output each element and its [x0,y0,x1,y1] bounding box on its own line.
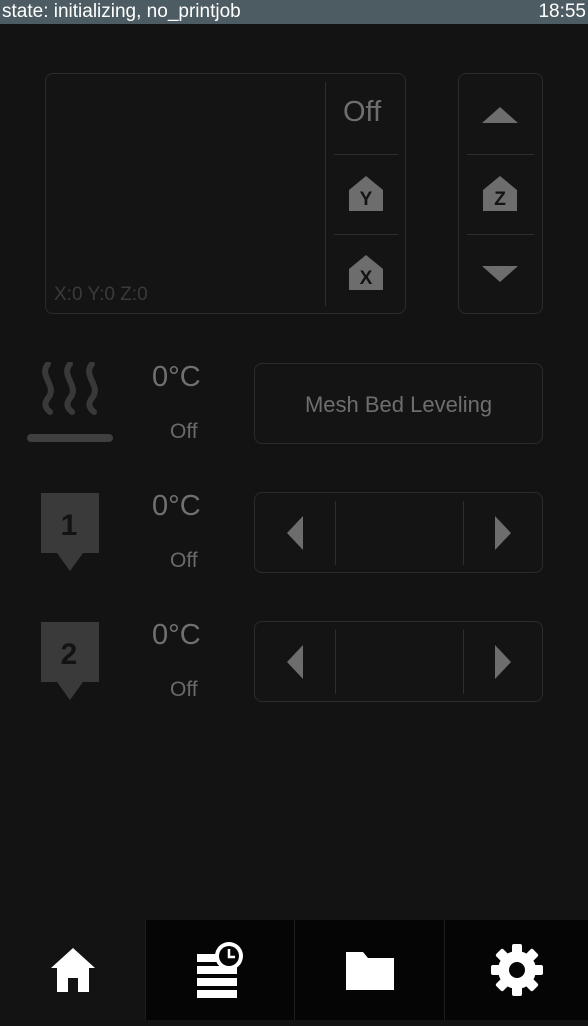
extruder-1-extrude-button[interactable] [493,514,513,552]
bed-temperature: 0°C [152,361,201,393]
mesh-bed-leveling-label: Mesh Bed Leveling [304,392,493,417]
extruder-1-control [254,492,543,573]
history-icon [197,942,243,998]
z-jog-panel: Z [458,73,543,314]
bottom-navigation [0,920,588,1022]
status-bar: state: initializing, no_printjob 18:55 [0,0,588,24]
nav-settings[interactable] [444,920,588,1020]
extruder-2-extrude-button[interactable] [493,643,513,681]
extruder-2-icon[interactable]: 2 [39,620,101,702]
extruder-2-retract-button[interactable] [285,643,305,681]
extruder-2-state: Off [170,678,198,701]
home-icon [50,948,95,992]
clock: 18:55 [538,1,586,22]
z-down-button[interactable] [480,264,520,284]
extruder-1-state: Off [170,549,198,572]
home-z-button[interactable]: Z [481,174,519,214]
extruder-1-retract-button[interactable] [285,514,305,552]
nav-history[interactable] [145,920,294,1020]
folder-icon [345,952,394,990]
position-readout: X:0 Y:0 Z:0 [54,284,148,305]
xy-jog-panel[interactable]: X:0 Y:0 Z:0 Off Y X [45,73,406,314]
motors-off-button[interactable]: Off [343,96,381,129]
extruder-1-temperature: 0°C [152,490,201,522]
home-y-button[interactable]: Y [347,174,385,214]
home-x-label: X [360,268,373,289]
bed-heater-state: Off [170,420,198,443]
extruder-2-temperature: 0°C [152,619,201,651]
nav-files[interactable] [294,920,444,1020]
home-x-button[interactable]: X [347,253,385,293]
home-y-label: Y [360,189,373,210]
extruder-2-label: 2 [61,638,78,671]
z-up-button[interactable] [480,105,520,125]
home-z-label: Z [494,189,506,210]
mesh-bed-leveling-button[interactable]: Mesh Bed Leveling [254,363,543,444]
extruder-1-label: 1 [61,509,78,542]
extruder-1-icon[interactable]: 1 [39,491,101,573]
heated-bed-icon[interactable] [26,362,114,446]
printer-state-text: state: initializing, no_printjob [2,1,241,22]
extruder-2-control [254,621,543,702]
gear-icon [491,944,543,996]
nav-home[interactable] [0,920,145,1020]
